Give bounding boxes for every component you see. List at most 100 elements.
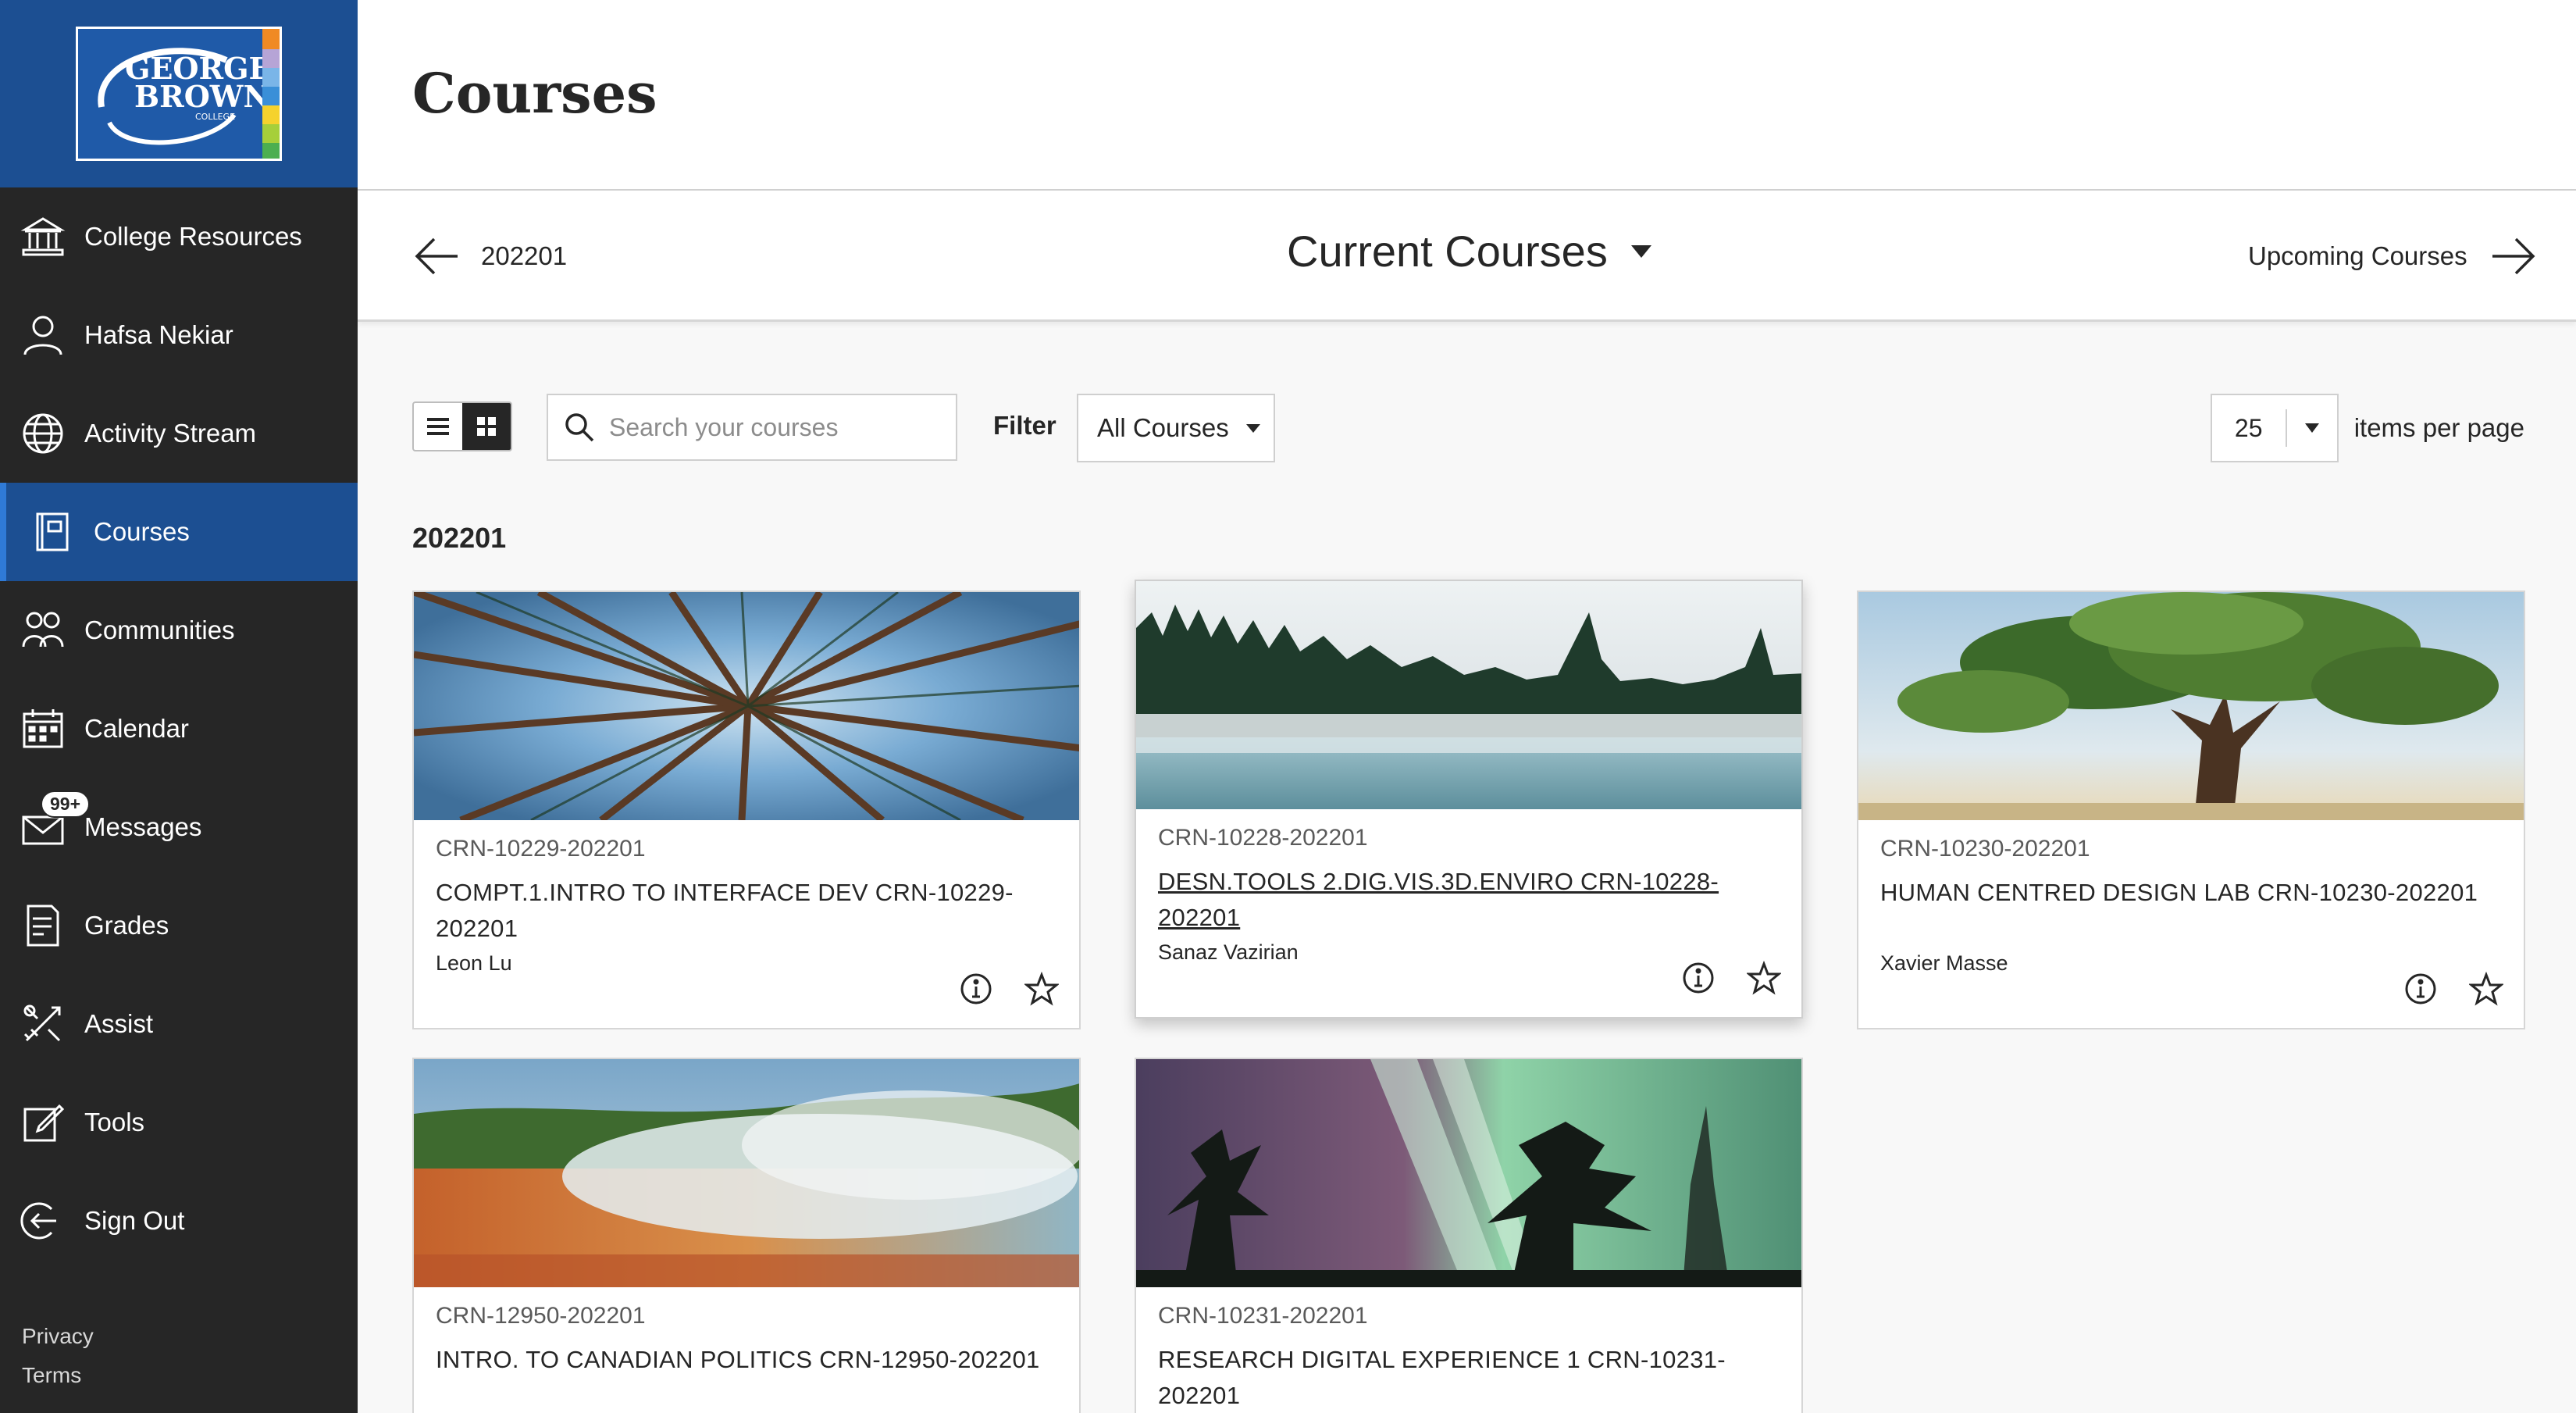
sidebar-item-label: Grades (84, 911, 169, 940)
info-icon[interactable] (959, 972, 993, 1006)
sidebar-item-label: Sign Out (84, 1206, 185, 1235)
page-title: Courses (412, 61, 657, 126)
caret-down-icon (2287, 423, 2337, 433)
sidebar-item-calendar[interactable]: Calendar (0, 680, 358, 778)
term-navigation: 202201 Current Courses Upcoming Courses (358, 191, 2576, 322)
globe-icon (19, 409, 67, 458)
course-card-actions (959, 972, 1059, 1006)
sidebar-item-sign-out[interactable]: Sign Out (0, 1172, 358, 1270)
view-toggle (412, 401, 512, 451)
course-crn: CRN-10229-202201 (436, 836, 646, 862)
signout-icon (19, 1197, 67, 1245)
group-icon (19, 606, 67, 655)
course-card[interactable]: CRN-10231-202201 RESEARCH DIGITAL EXPERI… (1135, 1058, 1803, 1413)
sidebar-item-label: Tools (84, 1108, 145, 1136)
course-card[interactable]: CRN-10228-202201 DESN.TOOLS 2.DIG.VIS.3D… (1135, 580, 1803, 1019)
search-icon (565, 413, 594, 442)
course-card-body: CRN-10231-202201 RESEARCH DIGITAL EXPERI… (1136, 1287, 1801, 1413)
course-card[interactable]: CRN-10229-202201 COMPT.1.INTRO TO INTERF… (412, 591, 1081, 1029)
sidebar-item-label: Courses (94, 517, 190, 546)
caret-down-icon (1630, 244, 1651, 258)
sidebar-item-tools[interactable]: Tools (0, 1073, 358, 1172)
course-title[interactable]: COMPT.1.INTRO TO INTERFACE DEV CRN-10229… (436, 875, 1057, 947)
logo-area: GEORGE BROWN COLLEGE (0, 0, 358, 187)
sidebar-item-label: Hafsa Nekiar (84, 320, 233, 349)
filter-value: All Courses (1097, 413, 1229, 442)
sidebar-item-label: Messages (84, 812, 202, 841)
sidebar-item-label: Activity Stream (84, 419, 257, 448)
items-per-page-label: items per page (2353, 413, 2524, 442)
previous-term-button[interactable]: 202201 (412, 231, 567, 281)
sidebar: GEORGE BROWN COLLEGE College Resources H… (0, 0, 358, 1413)
next-term-button[interactable]: Upcoming Courses (2248, 231, 2576, 281)
info-icon[interactable] (2403, 972, 2438, 1006)
course-card[interactable]: CRN-10230-202201 HUMAN CENTRED DESIGN LA… (1857, 591, 2525, 1029)
sidebar-item-activity-stream[interactable]: Activity Stream (0, 384, 358, 483)
course-title[interactable]: RESEARCH DIGITAL EXPERIENCE 1 CRN-10231-… (1158, 1342, 1780, 1413)
list-view-button[interactable] (414, 403, 462, 450)
course-image-hot-spring (414, 1059, 1079, 1287)
list-icon (427, 418, 449, 435)
book-icon (28, 508, 77, 556)
course-search (547, 394, 957, 461)
svg-text:BROWN: BROWN (134, 79, 270, 114)
course-card-actions (2403, 972, 2503, 1006)
next-term-label: Upcoming Courses (2248, 241, 2467, 270)
arrow-left-icon (415, 237, 458, 275)
filter-select[interactable]: All Courses (1077, 394, 1275, 462)
sidebar-item-label: Communities (84, 616, 235, 644)
sidebar-item-communities[interactable]: Communities (0, 581, 358, 680)
filter-label: Filter (993, 411, 1056, 440)
calendar-icon (19, 705, 67, 753)
course-image-misty-lake (1136, 581, 1801, 809)
grades-icon (19, 901, 67, 950)
sidebar-item-messages[interactable]: 99+ Messages (0, 778, 358, 876)
user-icon (19, 311, 67, 359)
sidebar-item-profile[interactable]: Hafsa Nekiar (0, 286, 358, 384)
course-title[interactable]: HUMAN CENTRED DESIGN LAB CRN-10230-20220… (1880, 875, 2502, 911)
current-term-dropdown[interactable]: Current Courses (1287, 226, 1651, 277)
arrow-right-icon (2492, 237, 2535, 275)
privacy-link[interactable]: Privacy (22, 1317, 94, 1356)
college-logo[interactable]: GEORGE BROWN COLLEGE (76, 27, 282, 161)
svg-text:COLLEGE: COLLEGE (195, 112, 235, 122)
course-crn: CRN-10230-202201 (1880, 836, 2090, 862)
grid-view-button[interactable] (462, 403, 511, 450)
items-per-page: 25 items per page (2210, 394, 2524, 462)
tools-cross-icon (19, 1000, 67, 1048)
sidebar-item-grades[interactable]: Grades (0, 876, 358, 975)
search-input[interactable] (609, 412, 953, 442)
sidebar-item-college-resources[interactable]: College Resources (0, 187, 358, 286)
course-card-body: CRN-12950-202201 INTRO. TO CANADIAN POLI… (414, 1287, 1079, 1413)
course-image-aurora (1136, 1059, 1801, 1287)
envelope-icon: 99+ (19, 790, 91, 851)
course-image-tree-canopy (414, 592, 1079, 820)
info-icon[interactable] (1681, 961, 1716, 995)
course-crn: CRN-10231-202201 (1158, 1303, 1368, 1329)
sidebar-footer: Privacy Terms (22, 1317, 94, 1395)
sidebar-nav: College Resources Hafsa Nekiar Activity … (0, 187, 358, 1270)
course-title[interactable]: DESN.TOOLS 2.DIG.VIS.3D.ENVIRO CRN-10228… (1158, 864, 1780, 936)
sidebar-item-assist[interactable]: Assist (0, 975, 358, 1073)
course-title[interactable]: INTRO. TO CANADIAN POLITICS CRN-12950-20… (436, 1342, 1057, 1378)
page-header: Courses (358, 0, 2576, 191)
term-group-title: 202201 (412, 522, 507, 554)
sidebar-item-label: College Resources (84, 222, 302, 251)
edit-icon (19, 1098, 67, 1147)
star-icon[interactable] (1024, 972, 1059, 1006)
institution-icon (19, 212, 67, 261)
star-icon[interactable] (2469, 972, 2503, 1006)
star-icon[interactable] (1747, 961, 1781, 995)
terms-link[interactable]: Terms (22, 1356, 94, 1395)
items-per-page-select[interactable]: 25 (2210, 394, 2339, 462)
course-card[interactable]: CRN-12950-202201 INTRO. TO CANADIAN POLI… (412, 1058, 1081, 1413)
current-term-label: Current Courses (1287, 227, 1608, 276)
grid-icon (477, 417, 496, 436)
sidebar-item-label: Calendar (84, 714, 189, 743)
course-crn: CRN-10228-202201 (1158, 825, 1368, 851)
course-crn: CRN-12950-202201 (436, 1303, 646, 1329)
course-image-big-tree (1858, 592, 2524, 820)
sidebar-item-label: Assist (84, 1009, 154, 1038)
sidebar-item-courses[interactable]: Courses (0, 483, 358, 581)
course-card-body: CRN-10229-202201 COMPT.1.INTRO TO INTERF… (414, 820, 1079, 1028)
